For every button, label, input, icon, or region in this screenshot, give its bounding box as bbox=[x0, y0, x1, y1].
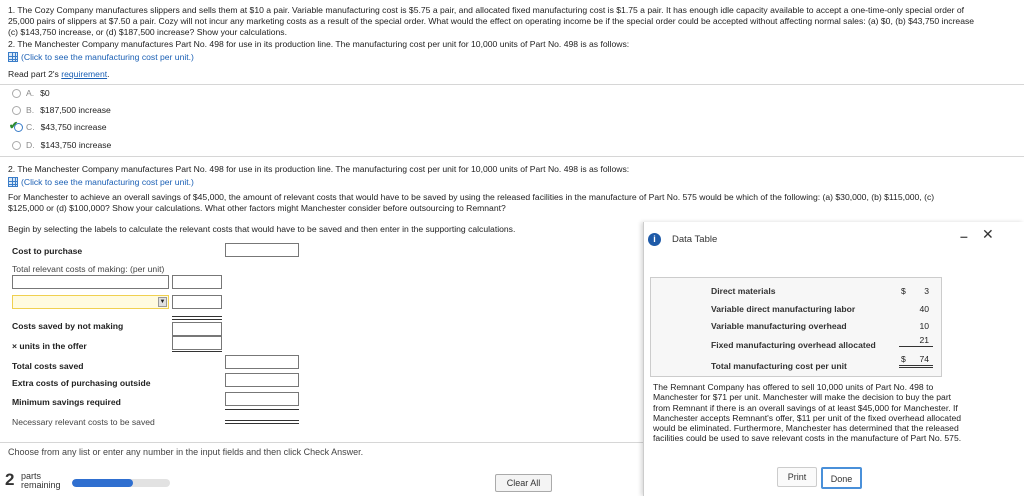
total-double-rule bbox=[899, 365, 933, 368]
chevron-down-icon[interactable]: ▼ bbox=[158, 297, 167, 307]
table-row: Variable manufacturing overhead bbox=[711, 321, 847, 331]
progress-bar bbox=[72, 479, 170, 487]
label-necessary: Necessary relevant costs to be saved bbox=[12, 417, 155, 427]
cost-link-2-text[interactable]: (Click to see the manufacturing cost per… bbox=[21, 177, 194, 187]
table-value: 3 bbox=[924, 286, 929, 296]
value-input-2[interactable] bbox=[172, 295, 222, 309]
table-row: Total manufacturing cost per unit bbox=[711, 361, 847, 371]
option-b-radio[interactable] bbox=[12, 106, 21, 115]
table-icon bbox=[8, 177, 18, 187]
label-units-offer: × units in the offer bbox=[12, 341, 87, 351]
units-offer-input[interactable] bbox=[172, 336, 222, 350]
cost-link[interactable]: (Click to see the manufacturing cost per… bbox=[8, 52, 194, 63]
problem-1-line-3: (c) $143,750 increase, or (d) $187,500 i… bbox=[8, 27, 287, 37]
progress-fill bbox=[72, 479, 133, 487]
label-select-2[interactable]: ▼ bbox=[12, 295, 169, 309]
table-row: Variable direct manufacturing labor bbox=[711, 304, 856, 314]
option-d-radio[interactable] bbox=[12, 141, 21, 150]
total-saved-input[interactable] bbox=[225, 355, 299, 369]
necessary-double-underline bbox=[225, 420, 299, 424]
problem-1-line-2: 25,000 pairs of slippers at $7.50 a pair… bbox=[8, 16, 975, 26]
read-part-label: Read part 2's bbox=[8, 69, 59, 79]
option-b[interactable]: B. $187,500 increase bbox=[26, 105, 111, 115]
table-value: 40 bbox=[919, 304, 929, 314]
extra-costs-input[interactable] bbox=[225, 373, 299, 387]
cost-table: Direct materials $ 3 Variable direct man… bbox=[650, 277, 942, 377]
part2-instruction: Begin by selecting the labels to calcula… bbox=[8, 224, 516, 234]
label-extra-costs: Extra costs of purchasing outside bbox=[12, 378, 151, 388]
parts-label: parts remaining bbox=[21, 471, 61, 490]
dollar-sign: $ bbox=[901, 354, 906, 364]
units-underline bbox=[172, 351, 222, 352]
label-min-savings: Minimum savings required bbox=[12, 397, 121, 407]
part2-line-1: 2. The Manchester Company manufactures P… bbox=[8, 164, 630, 174]
print-button[interactable]: Print bbox=[777, 467, 817, 487]
table-row: Fixed manufacturing overhead allocated bbox=[711, 340, 876, 350]
cost-link-text[interactable]: (Click to see the manufacturing cost per… bbox=[21, 52, 194, 62]
info-icon: i bbox=[648, 233, 661, 246]
label-total-relevant: Total relevant costs of making: (per uni… bbox=[12, 264, 165, 274]
costs-saved-input[interactable] bbox=[172, 322, 222, 336]
label-costs-saved: Costs saved by not making bbox=[12, 321, 124, 331]
option-c[interactable]: C. $43,750 increase bbox=[26, 122, 107, 132]
divider bbox=[0, 442, 643, 443]
requirement-link[interactable]: requirement bbox=[61, 69, 107, 79]
dollar-sign: $ bbox=[901, 286, 906, 296]
part2-question-2: $125,000 or (d) $100,000? Show your calc… bbox=[8, 203, 506, 213]
option-a-radio[interactable] bbox=[12, 89, 21, 98]
table-value: 74 bbox=[919, 354, 929, 364]
option-d[interactable]: D. $143,750 increase bbox=[26, 140, 111, 150]
divider bbox=[0, 84, 1024, 85]
problem-2-line-1: 2. The Manchester Company manufactures P… bbox=[8, 39, 630, 49]
divider bbox=[0, 156, 1024, 157]
read-requirement: Read part 2's requirement. bbox=[8, 69, 110, 80]
cost-to-purchase-input[interactable] bbox=[225, 243, 299, 257]
option-a[interactable]: A. $0 bbox=[26, 88, 50, 98]
min-savings-input[interactable] bbox=[225, 392, 299, 406]
close-icon[interactable]: ✕ bbox=[982, 226, 994, 243]
table-icon bbox=[8, 52, 18, 62]
table-value: 21 bbox=[919, 335, 929, 345]
min-savings-underline bbox=[225, 409, 299, 410]
subtotal-rule bbox=[899, 346, 933, 347]
minimize-icon[interactable]: – bbox=[960, 228, 968, 244]
instruction-text: Choose from any list or enter any number… bbox=[8, 447, 364, 457]
check-icon: ✔ bbox=[9, 120, 19, 132]
done-button[interactable]: Done bbox=[821, 467, 862, 489]
subtotal-underline bbox=[172, 316, 222, 320]
part2-question-1: For Manchester to achieve an overall sav… bbox=[8, 192, 935, 202]
parts-count: 2 bbox=[5, 470, 15, 489]
label-select-1[interactable] bbox=[12, 275, 169, 289]
label-total-saved: Total costs saved bbox=[12, 361, 84, 371]
table-value: 10 bbox=[919, 321, 929, 331]
requirement-period: . bbox=[107, 69, 110, 79]
table-row: Direct materials bbox=[711, 286, 776, 296]
clear-all-button[interactable]: Clear All bbox=[495, 474, 552, 492]
remnant-description: The Remnant Company has offered to sell … bbox=[653, 382, 962, 444]
cost-link-2[interactable]: (Click to see the manufacturing cost per… bbox=[8, 177, 194, 188]
data-table-title: Data Table bbox=[672, 234, 718, 245]
problem-1-line-1: 1. The Cozy Company manufactures slipper… bbox=[8, 5, 965, 15]
value-input-1[interactable] bbox=[172, 275, 222, 289]
label-cost-to-purchase: Cost to purchase bbox=[12, 246, 83, 256]
